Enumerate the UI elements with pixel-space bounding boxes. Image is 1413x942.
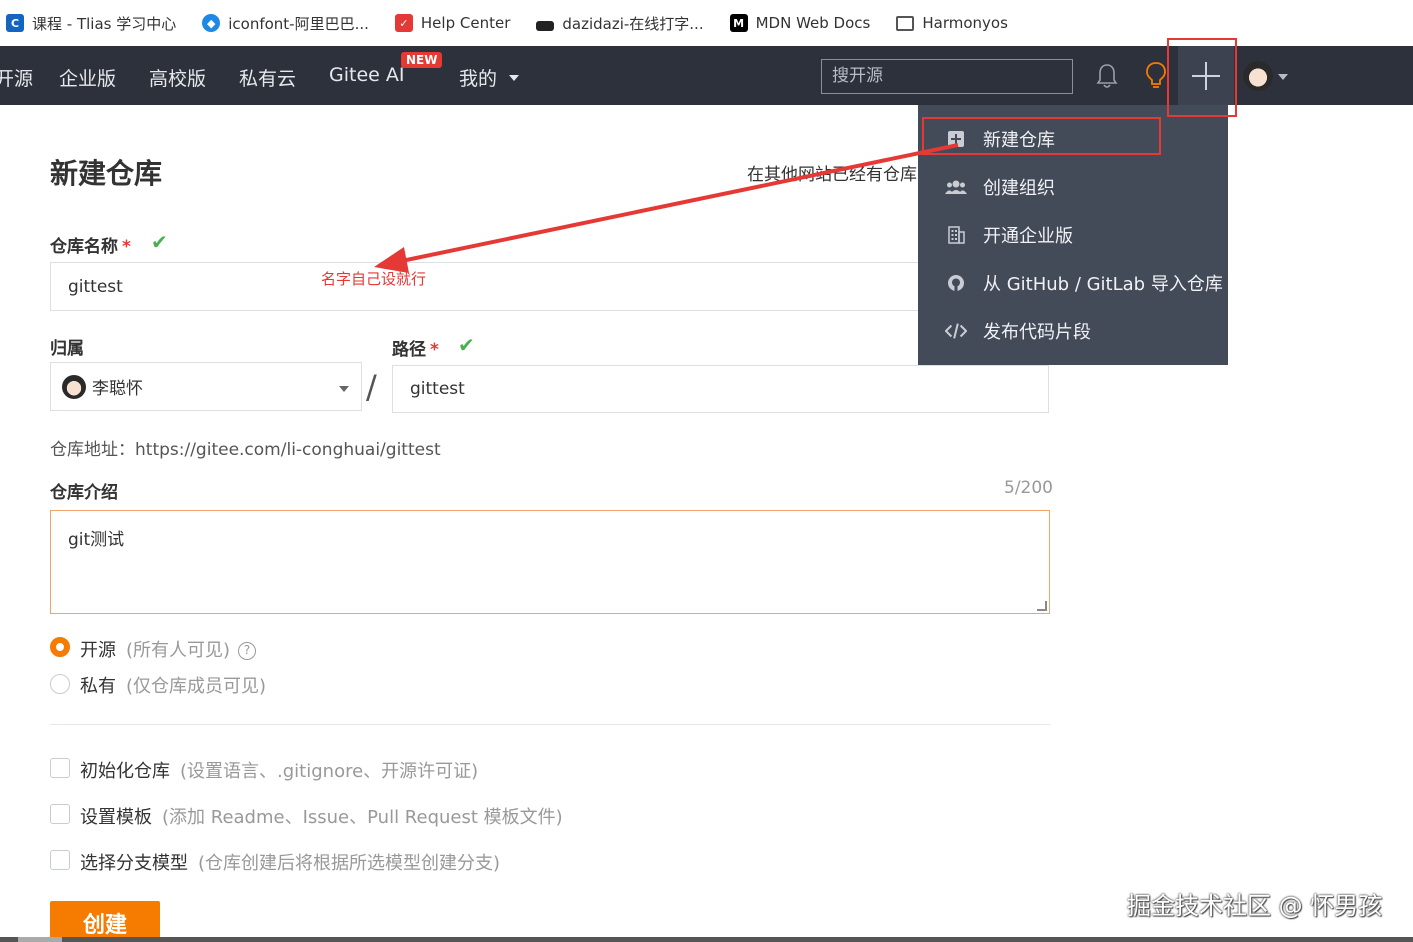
required-mark: *	[430, 340, 439, 360]
intro-label: 仓库介绍	[50, 483, 118, 503]
template-option[interactable]: 设置模板 (添加 Readme、Issue、Pull Request 模板文件)	[80, 803, 563, 829]
owner-select[interactable]: 李聪怀	[50, 362, 362, 411]
menu-item-enterprise[interactable]: 开通企业版	[918, 211, 1228, 259]
new-badge: NEW	[401, 52, 443, 68]
owner-value: 李聪怀	[92, 379, 143, 399]
nav-item-mine[interactable]: 我的	[459, 64, 520, 91]
mdn-icon: M	[729, 14, 748, 32]
public-label: 开源	[80, 640, 116, 661]
scrollbar-thumb[interactable]	[18, 937, 62, 942]
menu-item-create-org[interactable]: 创建组织	[918, 163, 1228, 211]
bookmark-label: dazidazi-在线打字...	[562, 14, 704, 33]
nav-item-mine-label: 我的	[459, 68, 498, 90]
bookmark-label: Harmonyos	[922, 14, 1008, 32]
nav-item-gitee-ai[interactable]: Gitee AI	[329, 64, 404, 86]
branch-model-label: 选择分支模型	[80, 853, 188, 874]
help-center-icon: ✓	[394, 14, 413, 32]
import-hint-link[interactable]: 在其他网站已经有仓库	[747, 160, 917, 185]
menu-item-snippet[interactable]: 发布代码片段	[918, 307, 1228, 355]
path-input[interactable]: gittest	[392, 365, 1049, 413]
highlight-plus-button	[1167, 38, 1237, 117]
bell-icon[interactable]	[1096, 62, 1118, 90]
bookmark-label: 课程 - Tlias 学习中心	[32, 14, 177, 33]
user-avatar[interactable]	[1243, 61, 1273, 91]
building-icon	[945, 224, 967, 246]
nav-item-open-source[interactable]: 开源	[0, 64, 33, 91]
checkbox-branch-model[interactable]	[50, 850, 70, 870]
chevron-down-icon	[509, 75, 520, 81]
checkbox-init-repo[interactable]	[50, 758, 70, 778]
public-hint: (所有人可见)	[126, 640, 231, 661]
help-icon[interactable]: ?	[238, 642, 257, 660]
resize-handle[interactable]	[1037, 601, 1047, 611]
private-label: 私有	[80, 676, 116, 697]
bookmark-label: iconfont-阿里巴巴...	[228, 14, 369, 33]
chevron-down-icon	[339, 386, 349, 392]
bookmark-label: MDN Web Docs	[755, 14, 871, 32]
course-icon: C	[6, 14, 24, 32]
iconfont-icon: ◆	[202, 14, 221, 32]
template-hint: (添加 Readme、Issue、Pull Request 模板文件)	[162, 807, 563, 828]
code-icon	[945, 320, 967, 342]
repo-name-input[interactable]: gittest	[50, 262, 950, 311]
watermark: 掘金技术社区 @ 怀男孩	[1127, 892, 1383, 920]
intro-textarea[interactable]: git测试	[50, 510, 1050, 614]
menu-item-label: 发布代码片段	[983, 322, 1091, 343]
bookmark-course[interactable]: C 课程 - Tlias 学习中心	[6, 13, 176, 34]
owner-label: 归属	[50, 339, 84, 359]
private-option[interactable]: 私有 (仅仓库成员可见)	[80, 672, 266, 698]
checkbox-template[interactable]	[50, 804, 70, 824]
branch-model-option[interactable]: 选择分支模型 (仓库创建后将根据所选模型创建分支)	[80, 849, 500, 875]
menu-item-label: 从 GitHub / GitLab 导入仓库	[983, 274, 1223, 295]
page-title: 新建仓库	[50, 157, 163, 190]
horizontal-scrollbar[interactable]	[0, 937, 1413, 942]
divider	[50, 724, 1050, 725]
chevron-down-icon[interactable]	[1278, 74, 1288, 80]
bookmark-help-center[interactable]: ✓ Help Center	[394, 14, 511, 32]
intro-value: git测试	[68, 530, 125, 550]
search-input[interactable]: 搜开源	[821, 59, 1073, 94]
init-repo-hint: (设置语言、.gitignore、开源许可证)	[180, 761, 479, 782]
check-icon: ✔	[151, 230, 168, 254]
path-label-text: 路径	[392, 340, 426, 360]
users-icon	[945, 176, 967, 198]
branch-model-hint: (仓库创建后将根据所选模型创建分支)	[198, 853, 501, 874]
bookmark-mdn[interactable]: M MDN Web Docs	[729, 14, 871, 32]
check-icon: ✔	[458, 333, 475, 357]
dazidazi-icon	[536, 21, 555, 31]
highlight-new-repo	[922, 117, 1161, 155]
public-option[interactable]: 开源 (所有人可见)?	[80, 636, 257, 662]
nav-item-private-cloud[interactable]: 私有云	[239, 64, 296, 91]
bookmark-dazidazi[interactable]: dazidazi-在线打字...	[536, 13, 704, 34]
init-repo-label: 初始化仓库	[80, 761, 170, 782]
required-mark: *	[122, 237, 131, 257]
radio-private[interactable]	[50, 674, 70, 694]
radio-public[interactable]	[50, 637, 70, 657]
nav-item-enterprise[interactable]: 企业版	[59, 64, 116, 91]
lightbulb-icon[interactable]	[1144, 61, 1168, 91]
path-label: 路径 *	[392, 335, 439, 360]
menu-item-label: 创建组织	[983, 178, 1055, 199]
annotation-text: 名字自己设就行	[321, 270, 427, 288]
nav-item-university[interactable]: 高校版	[149, 64, 206, 91]
menu-item-import[interactable]: 从 GitHub / GitLab 导入仓库	[918, 259, 1228, 307]
bookmark-label: Help Center	[420, 14, 511, 32]
init-repo-option[interactable]: 初始化仓库 (设置语言、.gitignore、开源许可证)	[80, 757, 478, 783]
repo-address: 仓库地址：https://gitee.com/li-conghuai/gitte…	[50, 440, 441, 460]
bookmark-iconfont[interactable]: ◆ iconfont-阿里巴巴...	[202, 13, 369, 34]
repo-name-label-text: 仓库名称	[50, 237, 118, 257]
folder-icon	[896, 15, 915, 31]
avatar	[62, 374, 86, 399]
menu-item-label: 开通企业版	[983, 226, 1073, 247]
repo-name-label: 仓库名称 *	[50, 232, 131, 257]
intro-counter: 5/200	[1004, 478, 1053, 498]
create-button[interactable]: 创建	[50, 901, 160, 942]
bookmark-harmonyos[interactable]: Harmonyos	[896, 14, 1008, 32]
path-separator: /	[366, 368, 377, 406]
private-hint: (仅仓库成员可见)	[126, 676, 267, 697]
screen: C 课程 - Tlias 学习中心 ◆ iconfont-阿里巴巴... ✓ H…	[0, 0, 1413, 942]
template-label: 设置模板	[80, 807, 152, 828]
github-icon	[945, 272, 967, 294]
